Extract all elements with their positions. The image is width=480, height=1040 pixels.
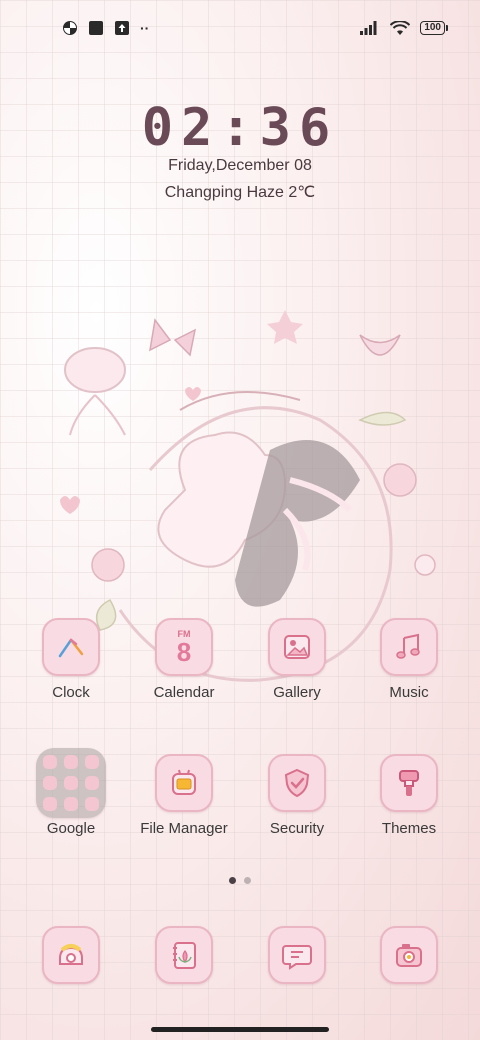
app-label: Clock: [52, 684, 90, 701]
app-calendar[interactable]: FM 8 Calendar: [134, 618, 234, 701]
music-icon[interactable]: [380, 618, 438, 676]
dock-contacts[interactable]: [134, 926, 234, 984]
square-app-icon: [89, 21, 103, 35]
phone-icon[interactable]: [42, 926, 100, 984]
app-google-folder[interactable]: Google: [21, 748, 121, 837]
contacts-icon[interactable]: [155, 926, 213, 984]
app-label: Security: [269, 820, 325, 837]
app-label: Music: [389, 684, 429, 701]
app-label: File Manager: [140, 820, 228, 837]
clock-widget-date: Friday,December 08: [168, 157, 312, 174]
calendar-icon[interactable]: FM 8: [155, 618, 213, 676]
app-themes[interactable]: Themes: [359, 754, 459, 837]
app-label: Google: [46, 820, 96, 837]
camera-icon[interactable]: [380, 926, 438, 984]
app-label: Themes: [381, 820, 437, 837]
google-folder-icon[interactable]: [36, 748, 106, 818]
app-gallery[interactable]: Gallery: [247, 618, 347, 701]
status-bar: ·· 100: [0, 0, 480, 56]
status-bar-right: 100: [360, 20, 448, 36]
messages-icon[interactable]: [268, 926, 326, 984]
clock-widget-time[interactable]: 02:36: [0, 98, 480, 158]
app-security[interactable]: Security: [247, 754, 347, 837]
wifi-icon: [390, 20, 411, 35]
pinwheel-icon: [63, 21, 77, 35]
home-gesture-bar[interactable]: [151, 1027, 329, 1032]
more-dots-icon: ··: [140, 20, 150, 36]
battery-indicator: 100: [420, 21, 448, 35]
calendar-icon-day: 8: [176, 637, 192, 667]
app-music[interactable]: Music: [359, 618, 459, 701]
app-clock[interactable]: Clock: [21, 618, 121, 701]
signal-icon: [360, 21, 377, 35]
status-bar-left: ··: [62, 20, 149, 36]
dock-messages[interactable]: [247, 926, 347, 984]
weather-widget[interactable]: Changping Haze 2℃: [0, 182, 480, 202]
themes-icon[interactable]: [380, 754, 438, 812]
gallery-icon[interactable]: [268, 618, 326, 676]
battery-level: 100: [420, 21, 445, 35]
clock-icon[interactable]: [42, 618, 100, 676]
page-indicator: [0, 877, 480, 884]
file-manager-icon[interactable]: [155, 754, 213, 812]
app-label: Calendar: [153, 684, 215, 701]
security-icon[interactable]: [268, 754, 326, 812]
dock-phone[interactable]: [21, 926, 121, 984]
app-file-manager[interactable]: File Manager: [134, 754, 234, 837]
page-dot[interactable]: [244, 877, 251, 884]
app-label: Gallery: [273, 684, 321, 701]
page-dot-active[interactable]: [229, 877, 236, 884]
upload-icon: [115, 21, 129, 35]
dock-camera[interactable]: [359, 926, 459, 984]
